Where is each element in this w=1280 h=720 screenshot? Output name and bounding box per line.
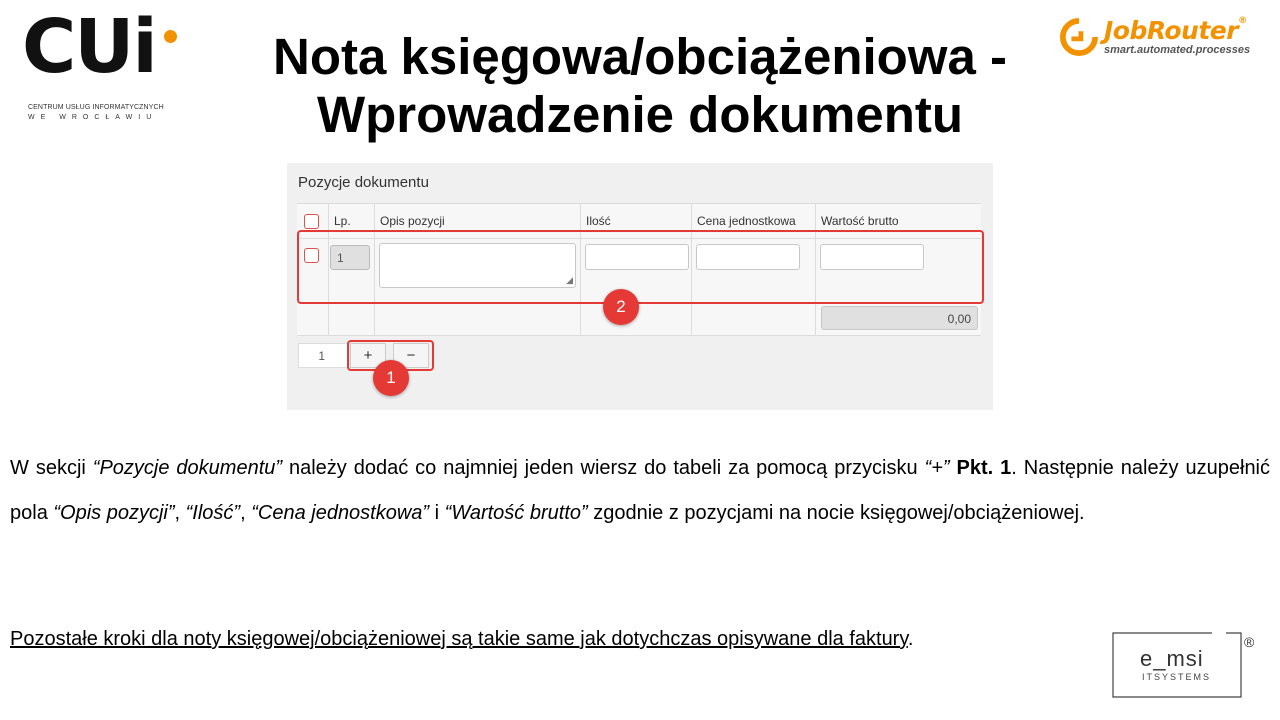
row-count-input[interactable]: 1 (298, 343, 348, 368)
slide-title: Nota księgowa/obciążeniowa - Wprowadzeni… (220, 28, 1060, 144)
slide-title-line1: Nota księgowa/obciążeniowa - (273, 28, 1007, 85)
emsi-logo: e_msi ITSYSTEMS (1112, 632, 1242, 698)
row-highlight-box (297, 230, 984, 304)
slide-title-line2: Wprowadzenie dokumentu (316, 86, 964, 143)
section-title: Pozycje dokumentu (298, 174, 429, 191)
jobrouter-name: JobRouter® (1104, 16, 1247, 45)
cui-logo-line2: WE WROCŁAWIU (28, 114, 158, 121)
jobrouter-swirl-icon (1060, 18, 1098, 56)
cui-logo: CUi CENTRUM USŁUG INFORMATYCZNYCH WE WRO… (22, 10, 177, 129)
form-screenshot: Pozycje dokumentu Lp. Opis pozycji Ilość… (287, 163, 993, 410)
jobrouter-logo: JobRouter® smart.automated.processes (1060, 16, 1260, 60)
total-gross-value: 0,00 (821, 306, 978, 330)
emsi-name: e_msi (1140, 646, 1204, 671)
cui-logo-dot (164, 30, 177, 43)
remaining-steps-note: Pozostałe kroki dla noty księgowej/obcią… (10, 628, 914, 650)
step-1-badge: 1 (373, 360, 409, 396)
select-all-checkbox[interactable] (304, 214, 319, 229)
emsi-subtitle: ITSYSTEMS (1142, 672, 1212, 682)
step-2-badge: 2 (603, 289, 639, 325)
emsi-registered-mark: ® (1244, 634, 1255, 650)
jobrouter-tagline: smart.automated.processes (1104, 44, 1251, 56)
cui-logo-letters: CUi (22, 4, 158, 90)
instruction-paragraph: W sekcji “Pozycje dokumentu” należy doda… (10, 457, 1271, 524)
cui-logo-line1: CENTRUM USŁUG INFORMATYCZNYCH (28, 104, 164, 111)
